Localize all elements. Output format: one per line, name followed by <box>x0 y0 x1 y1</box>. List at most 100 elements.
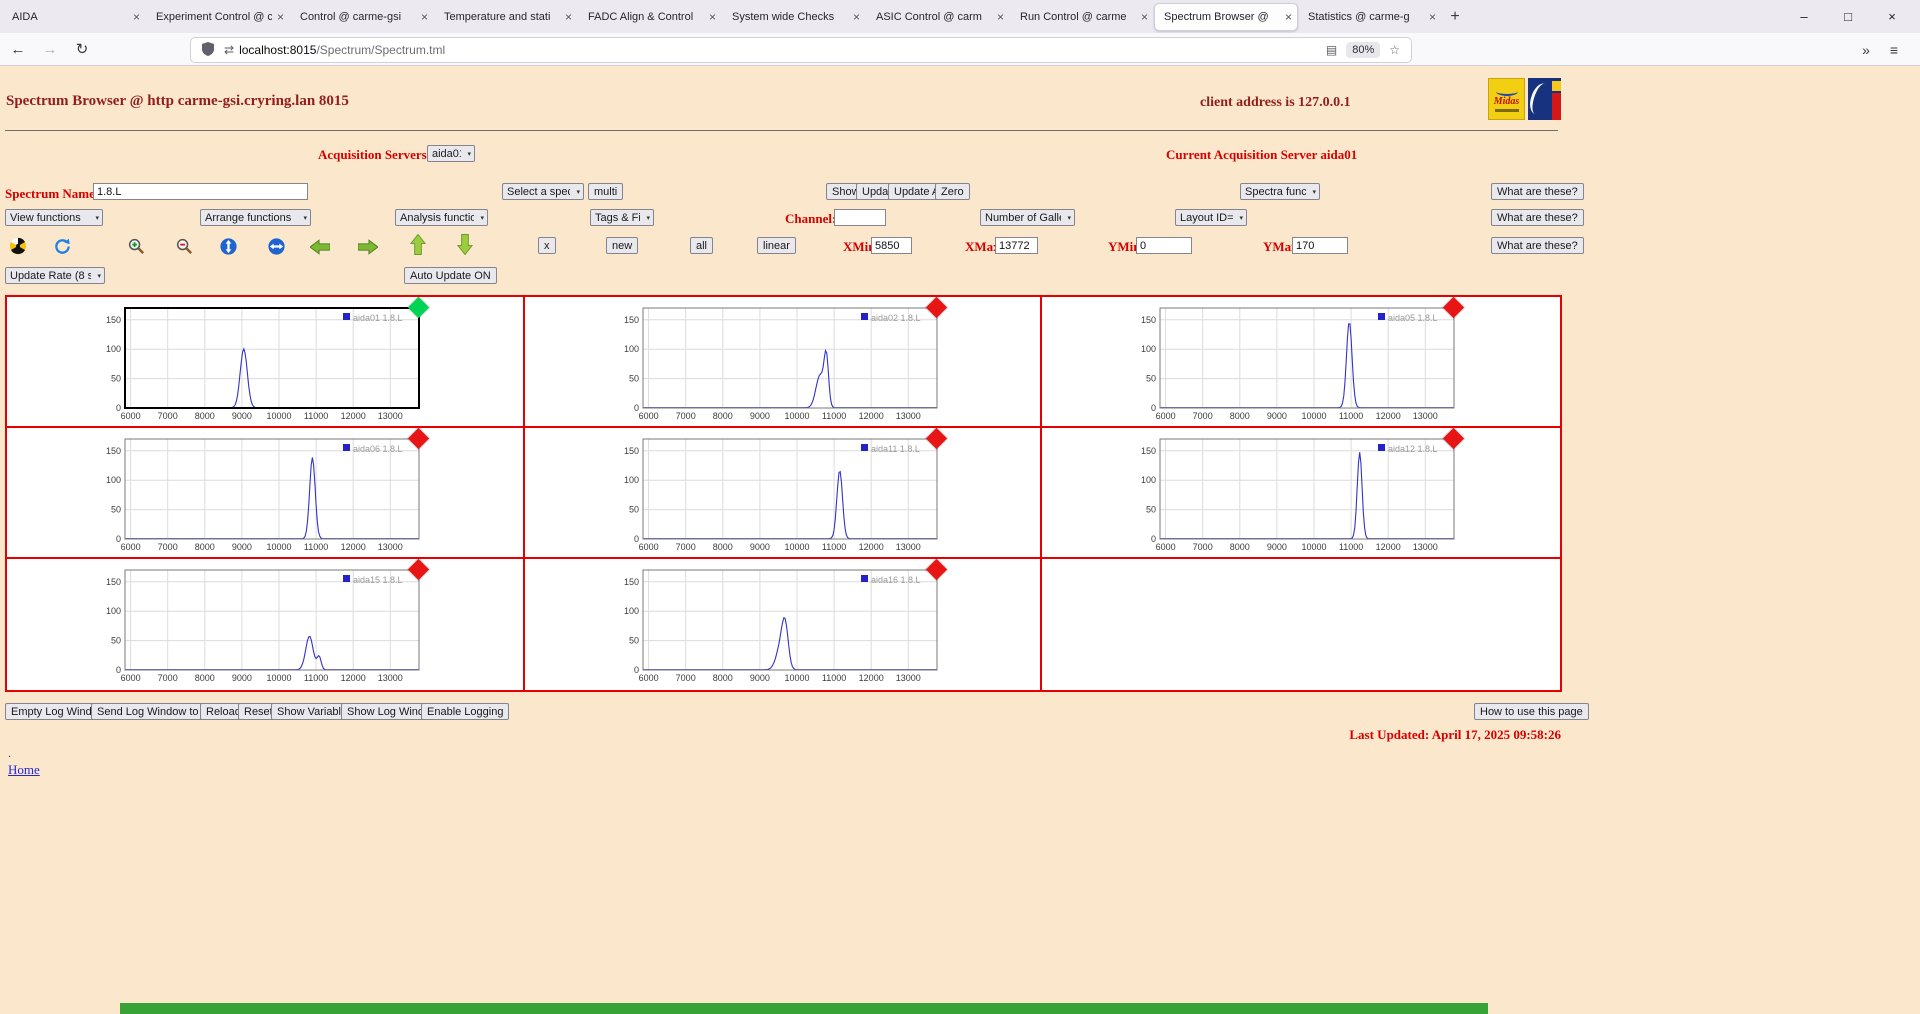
svg-text:7000: 7000 <box>158 542 178 552</box>
new-tab-button[interactable]: + <box>1442 4 1468 30</box>
spectrum-plot[interactable]: 6000 7000 8000 9000 10000 11000 12000 13000 0 50 1… <box>91 304 423 424</box>
auto-update-button[interactable]: Auto Update ON <box>404 267 497 284</box>
expand-horizontal-icon[interactable] <box>266 236 286 256</box>
zoom-level-badge[interactable]: 80% <box>1346 42 1381 58</box>
tab-temperature[interactable]: Temperature and stati × <box>435 4 577 30</box>
tab-aida[interactable]: AIDA × <box>3 4 145 30</box>
arrow-right-icon[interactable] <box>358 237 378 257</box>
reload-button[interactable]: ↻ <box>68 36 96 62</box>
spectrum-plot[interactable]: 6000 7000 8000 9000 10000 11000 12000 13000 0 50 1… <box>609 566 941 686</box>
close-icon[interactable]: × <box>277 10 284 24</box>
back-button[interactable]: ← <box>4 36 32 62</box>
minimize-icon[interactable]: – <box>1782 0 1826 33</box>
spectrum-plot[interactable]: 6000 7000 8000 9000 10000 11000 12000 13000 0 50 1… <box>1126 304 1458 424</box>
plot-cell-aida01[interactable]: 6000 7000 8000 9000 10000 11000 12000 13000 0 50 1… <box>7 297 525 428</box>
select-a-spectrum-select[interactable]: Select a spectrum ▾ <box>502 183 584 200</box>
what-are-these-button-3[interactable]: What are these? <box>1491 237 1584 254</box>
close-icon[interactable]: × <box>1429 10 1436 24</box>
close-icon[interactable]: × <box>709 10 716 24</box>
plot-cell-aida16[interactable]: 6000 7000 8000 9000 10000 11000 12000 13000 0 50 1… <box>524 559 1043 690</box>
analysis-functions-select[interactable]: Analysis functions ▾ <box>395 209 488 226</box>
spectrum-name-input[interactable] <box>93 183 308 200</box>
svg-text:13000: 13000 <box>1413 411 1438 421</box>
close-icon[interactable]: × <box>997 10 1004 24</box>
plot-cell-aida11[interactable]: 6000 7000 8000 9000 10000 11000 12000 13000 0 50 1… <box>524 428 1043 559</box>
forward-button[interactable]: → <box>36 36 64 62</box>
close-icon[interactable]: × <box>421 10 428 24</box>
tab-asic-control[interactable]: ASIC Control @ carm × <box>867 4 1009 30</box>
spectrum-plot[interactable]: 6000 7000 8000 9000 10000 11000 12000 13000 0 50 1… <box>609 435 941 555</box>
arrange-functions-select[interactable]: Arrange functions ▾ <box>200 209 311 226</box>
trefoil-icon[interactable] <box>8 236 28 256</box>
select-value: aida01 <box>432 147 461 160</box>
spectrum-plot[interactable]: 6000 7000 8000 9000 10000 11000 12000 13000 0 50 1… <box>91 435 423 555</box>
home-link[interactable]: Home <box>8 762 40 778</box>
plot-cell-aida02[interactable]: 6000 7000 8000 9000 10000 11000 12000 13000 0 50 1… <box>524 297 1043 428</box>
view-functions-select[interactable]: View functions ▾ <box>5 209 103 226</box>
plot-cell-aida05[interactable]: 6000 7000 8000 9000 10000 11000 12000 13000 0 50 1… <box>1042 297 1560 428</box>
layout-id-select[interactable]: Layout ID=3 ▾ <box>1175 209 1247 226</box>
svg-text:11000: 11000 <box>1339 542 1363 552</box>
channel-input[interactable] <box>834 209 886 226</box>
new-button[interactable]: new <box>606 237 639 254</box>
close-icon[interactable]: × <box>1285 10 1292 24</box>
spectrum-plot[interactable]: 6000 7000 8000 9000 10000 11000 12000 13000 0 50 1… <box>91 566 423 686</box>
zero-button[interactable]: Zero <box>935 183 970 200</box>
tab-control-carme-gsi[interactable]: Control @ carme-gsi × <box>291 4 433 30</box>
tab-experiment-control[interactable]: Experiment Control @ c × <box>147 4 289 30</box>
svg-text:9000: 9000 <box>750 411 770 421</box>
svg-text:100: 100 <box>624 344 639 354</box>
arrow-down-icon[interactable] <box>455 233 475 255</box>
close-icon[interactable]: × <box>565 10 572 24</box>
tab-spectrum-browser[interactable]: Spectrum Browser @ × <box>1154 2 1298 31</box>
multi-button[interactable]: multi <box>588 183 624 200</box>
plot-cell-aida12[interactable]: 6000 7000 8000 9000 10000 11000 12000 13000 0 50 1… <box>1042 428 1560 559</box>
overflow-menu-icon[interactable]: » <box>1852 42 1880 58</box>
ymin-input[interactable] <box>1136 237 1192 254</box>
tab-statistics[interactable]: Statistics @ carme-g × <box>1299 4 1441 30</box>
ymax-input[interactable] <box>1292 237 1348 254</box>
bookmark-star-icon[interactable]: ☆ <box>1389 43 1400 57</box>
enable-logging-button[interactable]: Enable Logging <box>421 703 510 720</box>
reader-mode-icon[interactable]: ▤ <box>1326 43 1337 57</box>
url-bar[interactable]: ⇄ localhost:8015 /Spectrum/Spectrum.tml … <box>190 37 1412 63</box>
close-icon[interactable]: × <box>853 10 860 24</box>
what-are-these-button-2[interactable]: What are these? <box>1491 209 1584 226</box>
maximize-icon[interactable]: □ <box>1826 0 1870 33</box>
all-button[interactable]: all <box>690 237 714 254</box>
svg-text:0: 0 <box>116 665 121 675</box>
spectrum-plot[interactable]: 6000 7000 8000 9000 10000 11000 12000 13000 0 50 1… <box>609 304 941 424</box>
acquisition-server-select[interactable]: aida01 ▾ <box>427 145 475 162</box>
x-button[interactable]: x <box>538 237 556 254</box>
arrow-left-icon[interactable] <box>310 237 330 257</box>
spectra-functions-select[interactable]: Spectra functions ▾ <box>1240 183 1320 200</box>
tags-fits-select[interactable]: Tags & Fits ▾ <box>590 209 654 226</box>
tab-system-checks[interactable]: System wide Checks × <box>723 4 865 30</box>
spectrum-plot[interactable]: 6000 7000 8000 9000 10000 11000 12000 13000 0 50 1… <box>1126 435 1458 555</box>
arrow-up-icon[interactable] <box>408 233 428 255</box>
window-close-icon[interactable]: × <box>1870 0 1914 33</box>
permissions-icon[interactable]: ⇄ <box>224 43 234 57</box>
xmin-input[interactable] <box>871 237 912 254</box>
plot-cell-aida15[interactable]: 6000 7000 8000 9000 10000 11000 12000 13000 0 50 1… <box>7 559 525 690</box>
svg-text:aida11 1.8.L: aida11 1.8.L <box>871 444 920 454</box>
update-rate-select[interactable]: Update Rate (8 secs) ▾ <box>5 267 105 284</box>
tab-fadc-align[interactable]: FADC Align & Control × <box>579 4 721 30</box>
number-of-galleries-select[interactable]: Number of Galleries ▾ <box>980 209 1075 226</box>
close-icon[interactable]: × <box>133 10 140 24</box>
close-icon[interactable]: × <box>1141 10 1148 24</box>
expand-vertical-icon[interactable] <box>218 236 238 256</box>
how-to-use-button[interactable]: How to use this page <box>1474 703 1589 720</box>
refresh-icon[interactable] <box>52 236 72 256</box>
zoom-in-icon[interactable] <box>126 236 146 256</box>
linear-button[interactable]: linear <box>757 237 796 254</box>
current-acquisition-server: Current Acquisition Server aida01 <box>1166 147 1358 162</box>
zoom-out-icon[interactable] <box>174 236 194 256</box>
tab-title: System wide Checks <box>732 10 835 23</box>
xmax-input[interactable] <box>995 237 1038 254</box>
shield-icon[interactable] <box>202 41 214 59</box>
plot-cell-aida06[interactable]: 6000 7000 8000 9000 10000 11000 12000 13000 0 50 1… <box>7 428 525 559</box>
hamburger-menu-icon[interactable]: ≡ <box>1880 42 1908 58</box>
tab-run-control[interactable]: Run Control @ carme × <box>1011 4 1153 30</box>
what-are-these-button-1[interactable]: What are these? <box>1491 183 1584 200</box>
